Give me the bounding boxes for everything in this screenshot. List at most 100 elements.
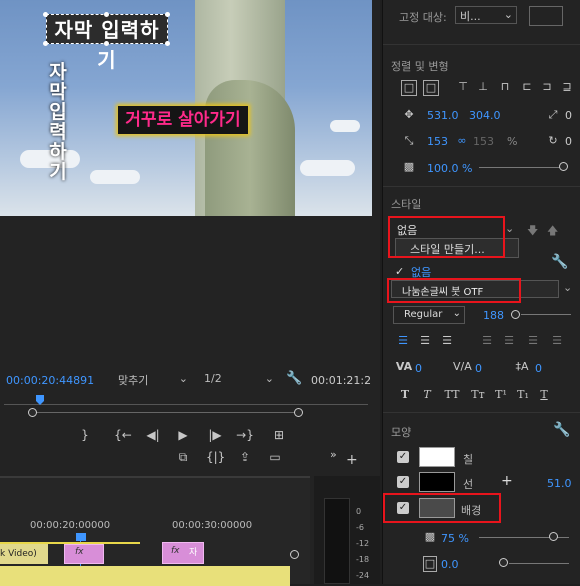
zoom-scrollbar[interactable] xyxy=(32,412,300,413)
italic-icon[interactable]: T xyxy=(421,388,433,402)
add-stroke-icon[interactable]: + xyxy=(501,473,513,489)
timeline-panel[interactable]: 00:00:20:00000 00:00:30:00000 k Video) f… xyxy=(0,476,310,586)
background-size-slider[interactable] xyxy=(509,563,569,564)
align-text-center-icon[interactable]: ☰ xyxy=(417,334,433,348)
anchor-icon[interactable]: ⤢ xyxy=(545,108,561,122)
background-opacity-value[interactable]: 75 % xyxy=(441,532,469,545)
align-left-icon[interactable]: ⊏ xyxy=(519,80,535,94)
small-caps-icon[interactable]: Tт xyxy=(469,388,487,402)
extract-icon[interactable]: {|} xyxy=(206,450,225,464)
subscript-icon[interactable]: T₁ xyxy=(515,388,531,402)
resize-handle[interactable] xyxy=(43,12,48,17)
all-caps-icon[interactable]: TT xyxy=(443,388,461,402)
font-size-knob[interactable] xyxy=(511,310,520,319)
zoom-handle-left[interactable] xyxy=(28,408,37,417)
background-opacity-knob[interactable] xyxy=(549,532,558,541)
bold-icon[interactable]: T xyxy=(399,388,411,402)
underline-icon[interactable]: T xyxy=(537,388,551,402)
justify-all-icon[interactable]: ☰ xyxy=(549,334,565,348)
superscript-icon[interactable]: T¹ xyxy=(493,388,509,402)
video-clip[interactable]: k Video) xyxy=(0,544,48,564)
align-hcenter-icon[interactable]: ⊐ xyxy=(539,80,555,94)
opacity-value[interactable]: 100.0 % xyxy=(427,162,472,175)
kerning-value[interactable]: 0 xyxy=(475,362,482,375)
align-bottom-icon[interactable]: ⊓ xyxy=(497,80,513,94)
insert-icon[interactable]: ⊞ xyxy=(270,428,288,442)
lift-icon[interactable]: ⧉ xyxy=(174,450,192,464)
rotation-icon[interactable]: ↻ xyxy=(545,134,561,148)
scale-width[interactable]: 153 xyxy=(427,135,448,148)
background-size-knob[interactable] xyxy=(499,558,508,567)
rotation-value[interactable]: 0 xyxy=(565,135,572,148)
more-icon[interactable]: » xyxy=(330,448,337,461)
video-preview[interactable]: 자막 입력하기 자막입력하기 거꾸로 살아가기 xyxy=(0,0,372,216)
playhead[interactable] xyxy=(76,533,86,541)
background-size-value[interactable]: 0.0 xyxy=(441,558,459,571)
resize-handle[interactable] xyxy=(165,12,170,17)
resize-handle[interactable] xyxy=(165,41,170,46)
audio-track[interactable] xyxy=(0,566,290,586)
resize-handle[interactable] xyxy=(43,41,48,46)
step-back-icon[interactable]: ◀| xyxy=(144,428,162,442)
justify-right-icon[interactable]: ☰ xyxy=(525,334,541,348)
play-icon[interactable]: ▶ xyxy=(174,428,192,442)
zoom-handle-right[interactable] xyxy=(294,408,303,417)
leading-value[interactable]: 0 xyxy=(535,362,542,375)
wrench-icon[interactable]: 🔧 xyxy=(286,371,302,386)
chevron-down-icon[interactable]: ⌄ xyxy=(563,281,572,294)
opacity-slider[interactable] xyxy=(479,167,567,168)
mark-out-icon[interactable]: } xyxy=(76,428,94,442)
opacity-icon: ▩ xyxy=(424,530,436,543)
go-to-out-icon[interactable]: →} xyxy=(236,428,254,442)
justify-left-icon[interactable]: ☰ xyxy=(479,334,495,348)
step-forward-icon[interactable]: |▶ xyxy=(206,428,224,442)
tracking-value[interactable]: 0 xyxy=(415,362,422,375)
align-center-h-icon[interactable]: □ xyxy=(423,80,439,96)
align-top-icon[interactable]: ⊤ xyxy=(455,80,471,94)
add-button-icon[interactable]: + xyxy=(346,452,358,468)
align-text-right-icon[interactable]: ☰ xyxy=(439,334,455,348)
go-to-in-icon[interactable]: {← xyxy=(114,428,132,442)
wrench-icon[interactable]: 🔧 xyxy=(551,254,568,270)
scale-height[interactable]: 153 xyxy=(473,135,494,148)
stroke-color-swatch[interactable] xyxy=(419,472,455,492)
position-x[interactable]: 531.0 xyxy=(427,109,459,122)
align-right-icon[interactable]: ⊒ xyxy=(559,80,575,94)
font-size-value[interactable]: 188 xyxy=(483,309,504,322)
current-timecode[interactable]: 00:00:20:44891 xyxy=(6,374,94,387)
scroll-handle[interactable] xyxy=(290,550,299,559)
align-center-v-icon[interactable]: □ xyxy=(401,80,417,96)
caption-clip[interactable]: fx 자 xyxy=(162,542,204,564)
stroke-checkbox[interactable]: ✓ xyxy=(397,476,409,488)
stroke-width-value[interactable]: 51.0 xyxy=(547,477,572,490)
arrow-up-icon[interactable]: 🡅 xyxy=(547,222,558,241)
fit-dropdown[interactable]: 맞추기 ⌄ xyxy=(118,372,190,388)
caption-clip[interactable]: fx xyxy=(64,544,104,564)
fill-checkbox[interactable]: ✓ xyxy=(397,451,409,463)
font-size-slider[interactable] xyxy=(521,314,571,315)
font-style-dropdown[interactable]: Regular ⌄ xyxy=(393,306,465,324)
caption-middle[interactable]: 거꾸로 살아가기 xyxy=(118,106,248,134)
pin-anchor-icon[interactable] xyxy=(529,6,563,26)
wrench-icon[interactable]: 🔧 xyxy=(553,422,570,438)
justify-center-icon[interactable]: ☰ xyxy=(501,334,517,348)
resize-handle[interactable] xyxy=(104,12,109,17)
resize-handle[interactable] xyxy=(104,41,109,46)
arrow-down-icon[interactable]: 🡇 xyxy=(527,222,538,241)
chevron-down-icon[interactable]: ⌄ xyxy=(505,222,514,235)
opacity-knob[interactable] xyxy=(559,162,568,171)
export-frame-icon[interactable]: ⇪ xyxy=(236,450,254,464)
link-icon[interactable]: ∞ xyxy=(455,134,469,148)
resolution-dropdown[interactable]: 1/2 ⌄ xyxy=(204,372,276,388)
safe-margins-icon[interactable]: ▭ xyxy=(266,450,284,464)
lock-dropdown[interactable]: 비... ⌄ xyxy=(455,6,517,24)
fill-color-swatch[interactable] xyxy=(419,447,455,467)
time-ruler[interactable] xyxy=(4,404,368,405)
align-middle-icon[interactable]: ⊥ xyxy=(475,80,491,94)
lock-value: 비... xyxy=(460,10,481,23)
caption-vertical-char: 막 xyxy=(49,81,67,103)
caption-vertical[interactable]: 자막입력하기 xyxy=(48,62,68,182)
align-text-left-icon[interactable]: ☰ xyxy=(395,334,411,348)
caption-top[interactable]: 자막 입력하기 xyxy=(46,14,168,72)
position-y[interactable]: 304.0 xyxy=(469,109,501,122)
